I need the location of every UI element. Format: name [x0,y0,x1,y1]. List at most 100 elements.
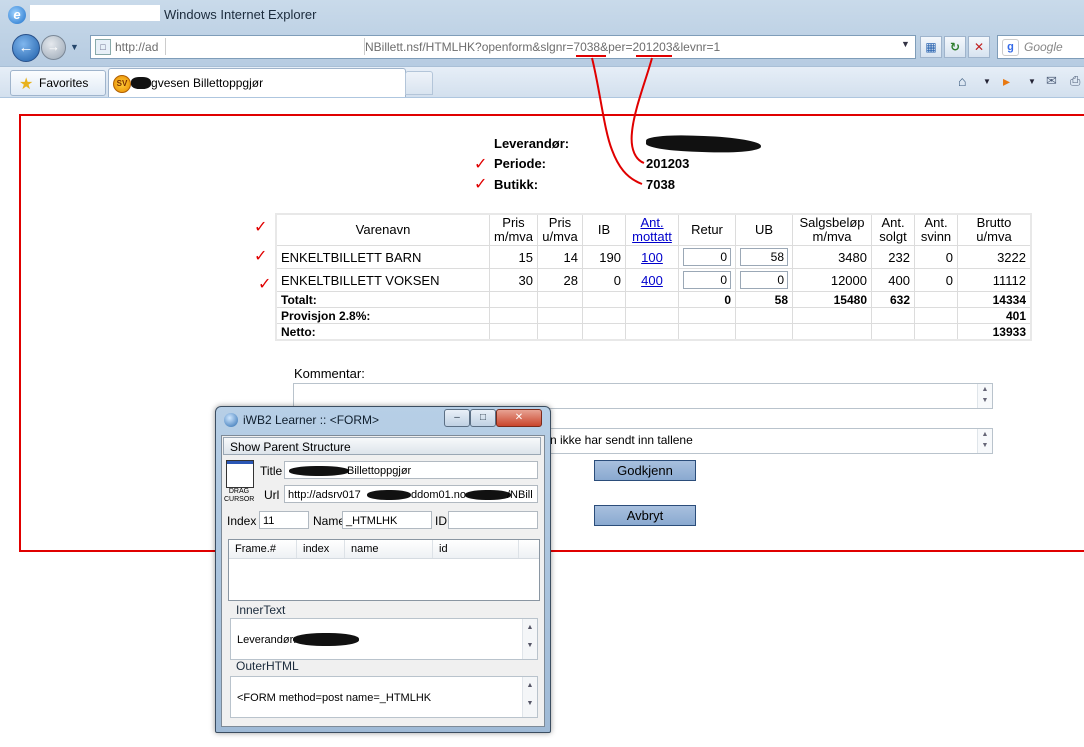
grid-col-index[interactable]: index [297,540,345,558]
netto-value: 13933 [957,323,1032,341]
favorites-button[interactable]: ★ Favorites [10,70,106,96]
redaction [293,633,359,646]
row-pris-mva: 30 [489,268,538,292]
scroll-down-icon[interactable]: ▼ [523,637,537,655]
avbryt-button[interactable]: Avbryt [594,505,696,526]
feeds-dropdown-icon[interactable]: ▼ [1028,77,1036,86]
feeds-icon[interactable]: ▸ [1003,73,1010,90]
row-ant-mottatt-link[interactable]: 100 [641,250,663,265]
col-ant-mottatt[interactable]: Ant. mottatt [625,213,679,246]
forward-button[interactable]: → [41,35,66,60]
row-salgsbelop: 3480 [792,245,872,269]
periode-value: 201203 [646,156,690,171]
row-pris-umva: 14 [537,245,583,269]
title-label: Title [260,464,283,478]
frame-grid[interactable]: Frame.# index name id [228,539,540,601]
kommentar-label: Kommentar: [294,366,365,381]
id-field[interactable] [448,511,538,529]
learner-title: iWB2 Learner :: <FORM> [243,413,380,427]
table-row: ENKELTBILLETT BARN 15 14 190 100 3480 23… [275,245,1032,269]
netto-row: Netto: 13933 [275,323,1032,341]
row-ant-mottatt-cell[interactable]: 100 [625,245,679,269]
retur-input[interactable] [683,271,731,289]
innertext-value: Leverandør: [237,634,297,646]
checkmark-annotation: ✓ [254,248,268,265]
tab-billettoppgjor[interactable]: SV Vegvesen Billettoppgjør [108,68,406,97]
favorites-bar: ★ Favorites SV Vegvesen Billettoppgjør ⌂… [0,66,1084,97]
row-ant-mottatt-link[interactable]: 400 [641,273,663,288]
drag-cursor-label: DRAG CURSOR [224,488,255,503]
address-prefix: http://ad [115,40,159,54]
close-button[interactable]: ✕ [496,409,542,427]
title-bar: e Windows Internet Explorer [0,0,1084,30]
scrollbar[interactable]: ▲ ▼ [977,384,992,408]
minimize-button[interactable]: – [444,409,470,427]
grid-col-name[interactable]: name [345,540,433,558]
search-placeholder: Google [1024,40,1063,54]
drag-cursor-icon[interactable] [226,460,254,488]
scroll-up-icon[interactable]: ▲ [978,429,992,440]
scroll-down-icon[interactable]: ▼ [978,440,992,451]
scroll-down-icon[interactable]: ▼ [523,695,537,713]
row-salgsbelop: 12000 [792,268,872,292]
ub-input[interactable] [740,248,788,266]
refresh-icon[interactable]: ↻ [944,36,966,58]
index-field[interactable]: 11 [259,511,309,529]
innertext-box[interactable]: Leverandør: ▲ ▼ [230,618,538,660]
name-label: Name [313,514,346,528]
back-button[interactable]: ← [12,34,40,62]
row-ant-svinn: 0 [914,245,958,269]
scrollbar[interactable]: ▲ ▼ [977,429,992,453]
scrollbar[interactable]: ▲ ▼ [522,677,537,717]
ub-input[interactable] [740,271,788,289]
mail-icon[interactable]: ✉ [1046,73,1057,89]
godkjenn-button[interactable]: Godkjenn [594,460,696,481]
totals-ub: 58 [735,291,793,308]
compatibility-view-icon[interactable]: ▦ [920,36,942,58]
provisjon-row: Provisjon 2.8%: 401 [275,307,1032,324]
maximize-button[interactable]: □ [470,409,496,427]
url-label: Url [264,488,280,502]
row-ub-cell [735,268,793,292]
stop-icon[interactable]: ✕ [968,36,990,58]
scroll-up-icon[interactable]: ▲ [978,384,992,395]
outerhtml-box[interactable]: <FORM method=post name=_HTMLHK ▲ ▼ [230,676,538,718]
row-retur-cell [678,245,736,269]
search-box[interactable]: g Google [997,35,1084,59]
col-pris-mva: Pris m/mva [489,213,538,246]
address-dropdown-icon[interactable]: ▼ [901,39,910,49]
star-icon: ★ [19,76,34,93]
checkmark-annotation: ✓ [254,219,268,236]
redaction [465,490,511,500]
row-brutto: 3222 [957,245,1032,269]
recent-pages-dropdown-icon[interactable]: ▼ [70,42,79,52]
home-dropdown-icon[interactable]: ▼ [983,77,991,86]
address-bar[interactable]: □ http://ad NBillett.nsf/HTMLHK?openform… [90,35,916,59]
show-parent-structure-button[interactable]: Show Parent Structure [223,437,541,455]
grid-col-id[interactable]: id [433,540,519,558]
site-favicon-icon: SV [113,75,131,93]
title-redaction [30,5,160,21]
row-name: ENKELTBILLETT VOKSEN [275,268,490,292]
scroll-up-icon[interactable]: ▲ [523,677,537,695]
butikk-value: 7038 [646,177,675,192]
tab-label: Vegvesen Billettoppgjør [137,76,264,90]
ant-mottatt-link[interactable]: Ant. mottatt [632,215,672,244]
title-field[interactable]: Billettoppgjør [284,461,538,479]
url-field[interactable]: http://adsrv017 ddom01.no /NBill [284,485,538,503]
grid-col-frame[interactable]: Frame.# [229,540,297,558]
scroll-down-icon[interactable]: ▼ [978,395,992,406]
totals-retur: 0 [678,291,736,308]
scroll-up-icon[interactable]: ▲ [523,619,537,637]
row-ant-mottatt-cell[interactable]: 400 [625,268,679,292]
name-field[interactable]: _HTMLHK [342,511,432,529]
print-icon[interactable]: ⎙ [1070,73,1080,89]
row-brutto: 11112 [957,268,1032,292]
table-row: ENKELTBILLETT VOKSEN 30 28 0 400 12000 4… [275,268,1032,292]
redaction [367,490,411,500]
retur-input[interactable] [683,248,731,266]
scrollbar[interactable]: ▲ ▼ [522,619,537,659]
new-tab-button[interactable] [405,71,433,95]
browser-chrome: e Windows Internet Explorer ← → ▼ □ http… [0,0,1084,98]
home-icon[interactable]: ⌂ [958,73,966,89]
